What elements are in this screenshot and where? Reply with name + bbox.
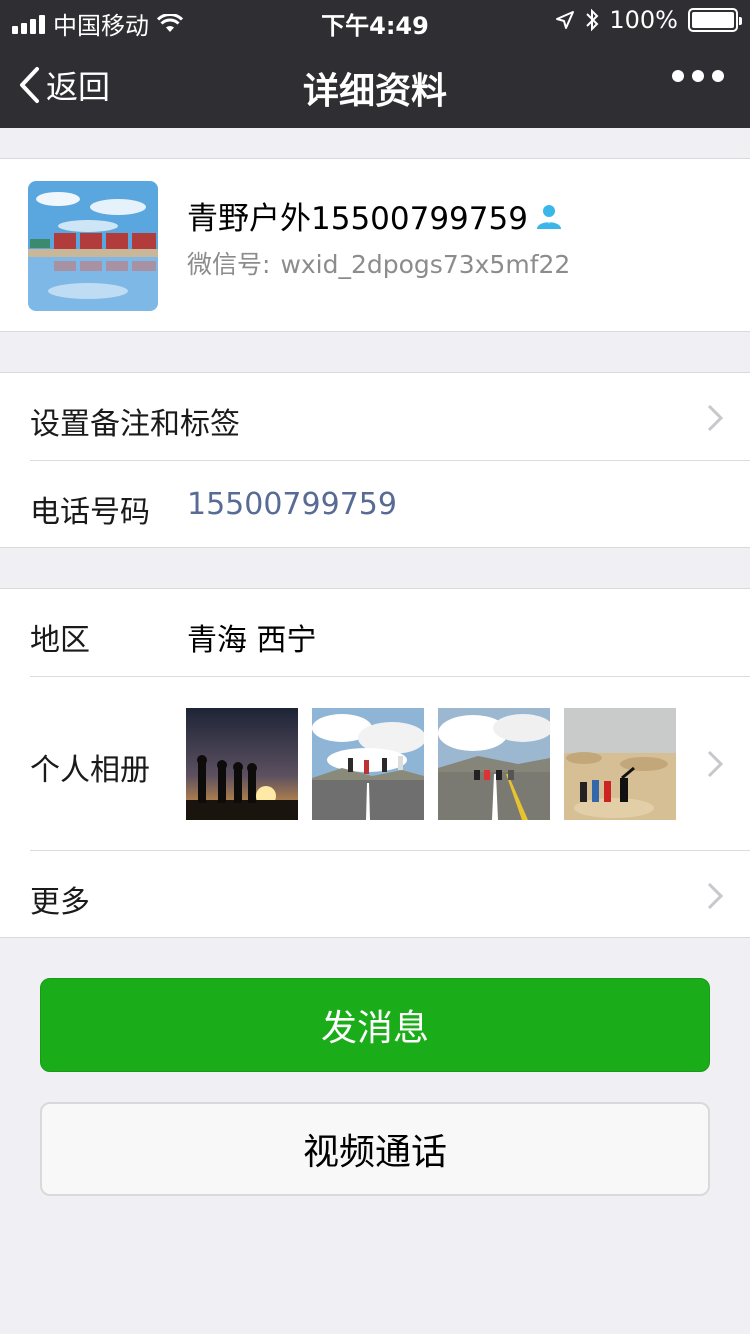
wechat-id-label: 微信号:	[187, 250, 271, 279]
region-row: 地区 青海 西宁	[0, 589, 750, 676]
remark-phone-group: 设置备注和标签 电话号码 15500799759	[0, 372, 750, 548]
album-photo[interactable]	[438, 708, 550, 820]
set-remark-row[interactable]: 设置备注和标签	[0, 373, 750, 460]
dot-icon	[712, 70, 724, 82]
battery-icon	[688, 8, 742, 32]
album-photo[interactable]	[312, 708, 424, 820]
chevron-right-icon	[707, 882, 724, 910]
nav-bar: 返回 详细资料	[0, 40, 750, 128]
battery-percent: 100%	[609, 6, 678, 34]
more-menu-button[interactable]	[672, 70, 724, 82]
page-title: 详细资料	[302, 71, 447, 112]
phone-row: 电话号码 15500799759	[0, 461, 750, 548]
more-label: 更多	[30, 885, 90, 920]
avatar[interactable]	[28, 181, 158, 311]
location-icon	[556, 11, 575, 29]
contact-name: 青野户外15500799759	[187, 193, 564, 238]
region-label: 地区	[30, 623, 90, 658]
chevron-right-icon	[707, 750, 724, 778]
album-photo[interactable]	[564, 708, 676, 820]
status-right: 100%	[555, 6, 742, 34]
info-group: 地区 青海 西宁 个人相册 更多	[0, 588, 750, 938]
region-value: 青海 西宁	[187, 623, 317, 658]
send-message-button[interactable]: 发消息	[40, 978, 710, 1072]
status-bar: 中国移动 下午4:49 100%	[0, 0, 750, 40]
top-bar: 中国移动 下午4:49 100% 返回 详细资料	[0, 0, 750, 128]
profile-card: 青野户外15500799759 微信号: wxid_2dpogs73x5mf22	[0, 158, 750, 332]
album-photo[interactable]	[186, 708, 298, 820]
dot-icon	[692, 70, 704, 82]
dot-icon	[672, 70, 684, 82]
album-label: 个人相册	[30, 753, 150, 788]
phone-number-link[interactable]: 15500799759	[187, 487, 397, 522]
chevron-right-icon	[707, 404, 724, 432]
wechat-id-value: wxid_2dpogs73x5mf22	[280, 250, 571, 279]
bluetooth-icon	[586, 8, 599, 32]
video-call-button[interactable]: 视频通话	[40, 1102, 710, 1196]
wechat-id: 微信号: wxid_2dpogs73x5mf22	[187, 245, 570, 281]
contact-person-icon	[536, 204, 561, 229]
avatar-image	[28, 181, 158, 311]
phone-label: 电话号码	[30, 495, 150, 530]
contact-name-text: 青野户外15500799759	[187, 201, 528, 237]
more-row[interactable]: 更多	[0, 851, 750, 938]
album-row[interactable]: 个人相册	[0, 677, 750, 850]
set-remark-label: 设置备注和标签	[30, 407, 240, 442]
